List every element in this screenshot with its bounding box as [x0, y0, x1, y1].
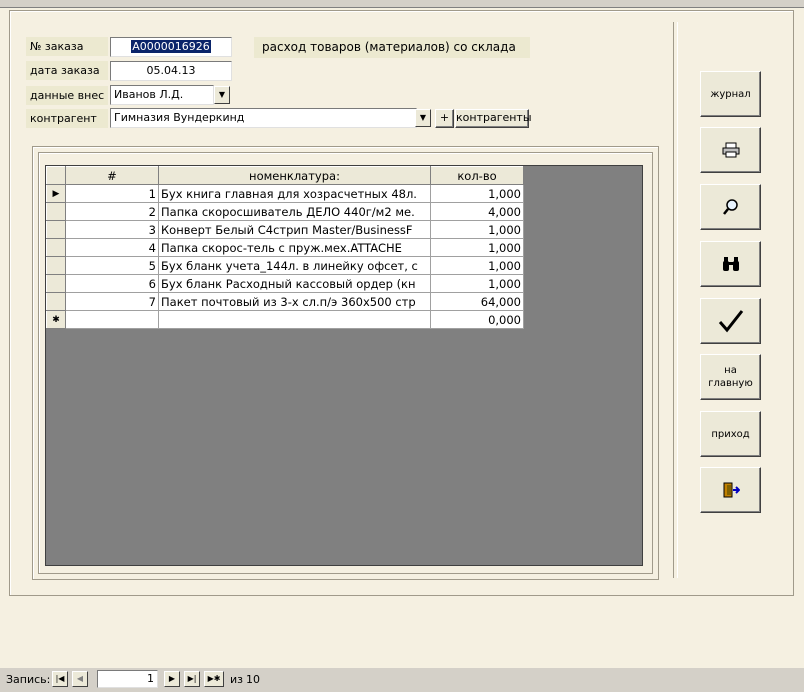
- order-no-field[interactable]: A0000016926: [110, 37, 232, 57]
- quantity-cell[interactable]: 1,000: [430, 274, 524, 293]
- new-row-selector[interactable]: ✱: [46, 310, 66, 329]
- record-total: 10: [246, 673, 260, 686]
- counterparty-field[interactable]: Гимназия Вундеркинд: [110, 108, 417, 128]
- order-date-field[interactable]: 05.04.13: [110, 61, 232, 81]
- counterparty-dropdown-button[interactable]: ▼: [415, 109, 431, 127]
- new-record-button[interactable]: ▶✱: [204, 671, 224, 687]
- chevron-down-icon: ▼: [218, 90, 226, 99]
- of-label: из: [230, 673, 243, 686]
- confirm-button[interactable]: [700, 298, 761, 344]
- row-number-cell[interactable]: 5: [65, 256, 159, 275]
- row-selector[interactable]: [46, 274, 66, 293]
- form-title: расход товаров (материалов) со склада: [254, 37, 530, 58]
- new-record-icon: ▶✱: [207, 674, 221, 683]
- entered-by-field[interactable]: Иванов Л.Д.: [110, 85, 214, 105]
- record-navigation-bar: Запись: |◀ ◀ 1 ▶ ▶| ▶✱ из 10: [0, 668, 804, 692]
- journal-label: журнал: [710, 88, 751, 100]
- nomenclature-cell[interactable]: Бух бланк учета_144л. в линейку офсет, с: [158, 256, 431, 275]
- counterparties-button[interactable]: контрагенты: [455, 109, 532, 128]
- new-record-row[interactable]: ✱ 0,000: [46, 310, 524, 329]
- row-number-cell[interactable]: 6: [65, 274, 159, 293]
- binoculars-icon: [722, 257, 739, 271]
- row-selector[interactable]: [46, 238, 66, 257]
- nomenclature-cell[interactable]: Бух бланк Расходный кассовый ордер (кн: [158, 274, 431, 293]
- nomenclature-cell[interactable]: Бух книга главная для хозрасчетных 48л.: [158, 184, 431, 203]
- table-row[interactable]: 4 Папка скорос-тель с пруж.мех.ATTACHE 1,0…: [46, 238, 524, 257]
- row-number-cell[interactable]: 7: [65, 292, 159, 311]
- quantity-cell[interactable]: 1,000: [430, 256, 524, 275]
- last-record-button[interactable]: ▶|: [184, 671, 200, 687]
- checkmark-icon: [718, 310, 743, 333]
- record-number-field[interactable]: 1: [97, 670, 158, 688]
- print-icon: [722, 142, 739, 158]
- row-number-cell[interactable]: 1: [65, 184, 159, 203]
- nomenclature-cell[interactable]: [158, 310, 431, 329]
- row-number-cell[interactable]: 3: [65, 220, 159, 239]
- exit-button[interactable]: [700, 467, 761, 513]
- previous-record-button[interactable]: ◀: [72, 671, 88, 687]
- row-selector-header[interactable]: [46, 166, 66, 185]
- items-table: # номенклатура: кол-во ▶ 1 Бух книга главн…: [46, 166, 524, 329]
- row-selector[interactable]: [46, 220, 66, 239]
- nomenclature-cell[interactable]: Папка скорос-тель с пруж.мех.ATTACHE: [158, 238, 431, 257]
- entered-by-label: данные внес: [26, 86, 108, 105]
- first-record-button[interactable]: |◀: [52, 671, 68, 687]
- window-top-bar: [0, 0, 804, 8]
- row-selector[interactable]: ▶: [46, 184, 66, 203]
- zoom-icon: [722, 199, 738, 215]
- next-record-button[interactable]: ▶: [164, 671, 180, 687]
- journal-button[interactable]: журнал: [700, 71, 761, 117]
- to-main-button[interactable]: на главную: [700, 354, 761, 400]
- quantity-cell[interactable]: 0,000: [430, 310, 524, 329]
- chevron-down-icon: ▼: [419, 113, 427, 122]
- quantity-cell[interactable]: 1,000: [430, 220, 524, 239]
- exit-door-icon: [723, 482, 740, 498]
- order-date-label: дата заказа: [26, 61, 108, 80]
- column-header-quantity[interactable]: кол-во: [430, 166, 524, 185]
- previous-record-icon: ◀: [76, 674, 84, 683]
- record-label: Запись:: [6, 673, 51, 686]
- row-selector[interactable]: [46, 202, 66, 221]
- income-label: приход: [711, 428, 750, 440]
- table-row[interactable]: ▶ 1 Бух книга главная для хозрасчетных 48л…: [46, 184, 524, 203]
- nomenclature-cell[interactable]: Конверт Белый С4стрип Master/BusinessF: [158, 220, 431, 239]
- row-number-cell[interactable]: 4: [65, 238, 159, 257]
- quantity-cell[interactable]: 64,000: [430, 292, 524, 311]
- column-header-nomenclature[interactable]: номенклатура:: [158, 166, 431, 185]
- quantity-cell[interactable]: 4,000: [430, 202, 524, 221]
- to-main-label: на главную: [708, 365, 753, 389]
- add-counterparty-button[interactable]: +: [435, 109, 454, 128]
- nomenclature-cell[interactable]: Папка скоросшиватель ДЕЛО 440г/м2 ме.: [158, 202, 431, 221]
- quantity-cell[interactable]: 1,000: [430, 184, 524, 203]
- order-no-value: A0000016926: [131, 40, 211, 53]
- next-record-icon: ▶: [168, 674, 176, 683]
- table-row[interactable]: 2 Папка скоросшиватель ДЕЛО 440г/м2 ме. 4,…: [46, 202, 524, 221]
- entered-by-dropdown-button[interactable]: ▼: [214, 86, 230, 104]
- print-button[interactable]: [700, 127, 761, 173]
- row-selector[interactable]: [46, 292, 66, 311]
- table-row[interactable]: 7 Пакет почтовый из 3-х сл.п/э 360х500 ст…: [46, 292, 524, 311]
- table-row[interactable]: 3 Конверт Белый С4стрип Master/BusinessF 1…: [46, 220, 524, 239]
- counterparty-label: контрагент: [26, 109, 108, 128]
- table-row[interactable]: 6 Бух бланк Расходный кассовый ордер (кн 1…: [46, 274, 524, 293]
- first-record-icon: |◀: [55, 674, 65, 683]
- last-record-icon: ▶|: [187, 674, 197, 683]
- items-datasheet[interactable]: # номенклатура: кол-во ▶ 1 Бух книга главн…: [45, 165, 643, 566]
- row-number-cell[interactable]: 2: [65, 202, 159, 221]
- income-button[interactable]: приход: [700, 411, 761, 457]
- column-header-number[interactable]: #: [65, 166, 159, 185]
- find-button[interactable]: [700, 241, 761, 287]
- order-no-label: № заказа: [26, 37, 108, 56]
- quantity-cell[interactable]: 1,000: [430, 238, 524, 257]
- nomenclature-cell[interactable]: Пакет почтовый из 3-х сл.п/э 360х500 стр: [158, 292, 431, 311]
- row-selector[interactable]: [46, 256, 66, 275]
- zoom-button[interactable]: [700, 184, 761, 230]
- row-number-cell[interactable]: [65, 310, 159, 329]
- table-row[interactable]: 5 Бух бланк учета_144л. в линейку офсет, …: [46, 256, 524, 275]
- vertical-divider: [673, 22, 678, 578]
